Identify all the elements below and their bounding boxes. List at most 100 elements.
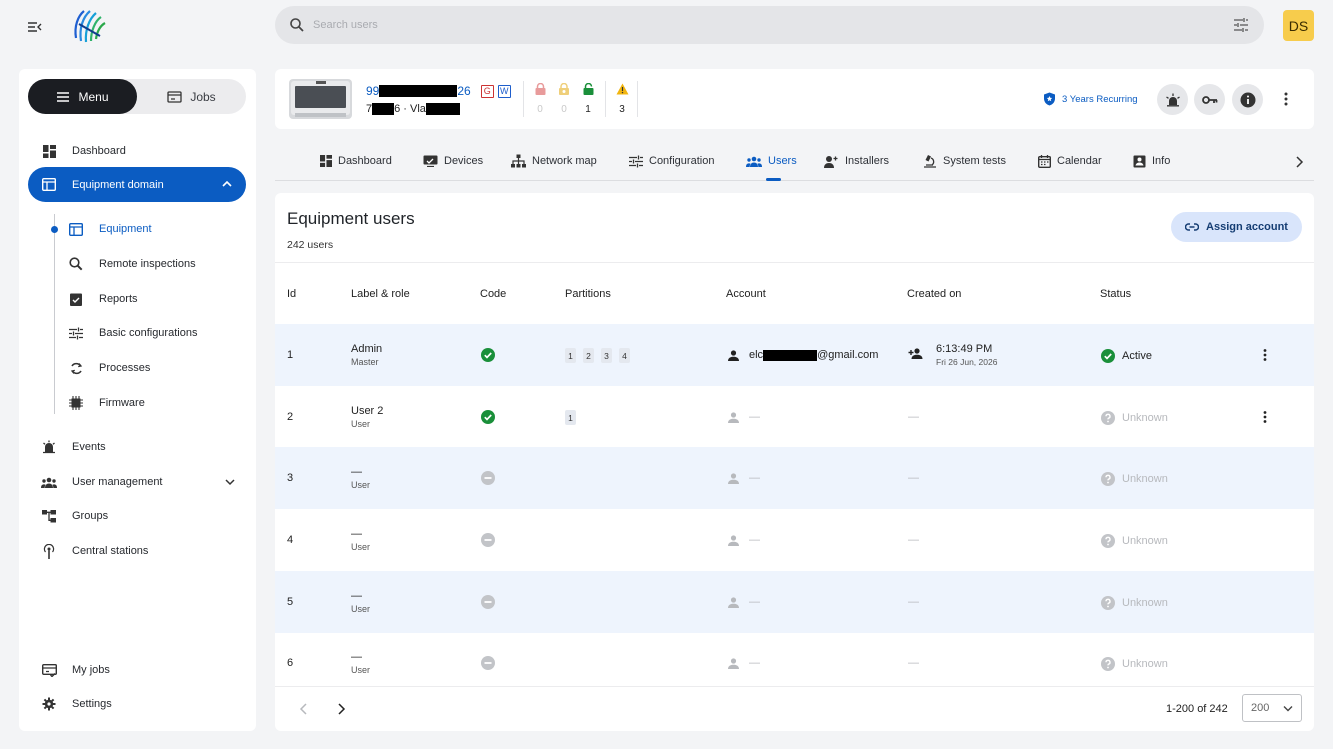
tab-network-map[interactable]: Network map xyxy=(511,153,597,169)
tab-users[interactable]: Users xyxy=(746,153,797,169)
assign-account-button[interactable]: Assign account xyxy=(1171,212,1302,242)
row-account[interactable]: — xyxy=(728,534,760,546)
alarm-action-button[interactable] xyxy=(1157,84,1188,115)
column-header-code[interactable]: Code xyxy=(480,288,506,300)
sidebar-item-central-stations[interactable]: Central stations xyxy=(41,543,148,559)
unlock-count: 1 xyxy=(585,104,591,115)
row-label: — User xyxy=(351,466,370,490)
menu-label: Menu xyxy=(78,89,109,104)
table-row[interactable]: 3 — User — — Unknown xyxy=(275,447,1314,509)
calendar-icon xyxy=(1038,154,1051,168)
device-id-prefix: 99 xyxy=(366,84,380,98)
column-header-partitions[interactable]: Partitions xyxy=(565,288,611,300)
column-header-status[interactable]: Status xyxy=(1100,288,1131,300)
search-bar[interactable] xyxy=(275,6,1264,44)
page-size-select[interactable]: 200 xyxy=(1242,694,1302,722)
row-id: 3 xyxy=(287,472,294,484)
filter-icon[interactable] xyxy=(1232,16,1250,34)
tab-info[interactable]: Info xyxy=(1133,153,1170,169)
column-header-account[interactable]: Account xyxy=(726,288,766,300)
row-account[interactable]: — xyxy=(728,596,760,608)
key-button[interactable] xyxy=(1194,84,1225,115)
sidebar-subitem-equipment[interactable]: Equipment xyxy=(68,221,152,237)
column-header-label-role[interactable]: Label & role xyxy=(351,288,410,300)
hamburger-icon xyxy=(57,91,70,102)
sidebar-item-label: Groups xyxy=(72,510,109,522)
sidebar-item-label: User management xyxy=(72,476,163,488)
redaction xyxy=(372,103,395,115)
next-page-icon[interactable] xyxy=(334,702,348,716)
tab-calendar[interactable]: Calendar xyxy=(1038,153,1102,169)
avatar[interactable]: DS xyxy=(1283,10,1314,41)
row-id: 1 xyxy=(287,349,294,361)
row-account[interactable]: — xyxy=(728,657,760,669)
row-id: 5 xyxy=(287,596,294,608)
jobs-label: Jobs xyxy=(190,89,216,104)
equipment-icon xyxy=(68,221,84,237)
column-header-created-on[interactable]: Created on xyxy=(907,288,961,300)
more-options-button[interactable] xyxy=(1280,90,1292,108)
row-more-icon[interactable] xyxy=(1263,349,1267,361)
user-role: User xyxy=(351,665,371,675)
menu-collapse-icon[interactable] xyxy=(27,19,43,35)
person-icon xyxy=(728,411,739,423)
tab-system-tests[interactable]: System tests xyxy=(923,153,1006,169)
sidebar-subitem-firmware[interactable]: Firmware xyxy=(68,395,145,411)
processes-icon xyxy=(68,360,84,376)
status-badge: Unknown xyxy=(1101,657,1168,671)
sidebar-item-label: Dashboard xyxy=(72,145,126,157)
device-id[interactable]: 99 26 G W xyxy=(366,84,511,98)
tag-w: W xyxy=(497,84,511,98)
row-account[interactable]: — xyxy=(728,472,760,484)
sidebar-item-equipment-domain[interactable]: Equipment domain xyxy=(28,167,246,202)
chevron-up-icon xyxy=(222,180,232,187)
tab-devices[interactable]: Devices xyxy=(423,153,483,169)
row-account[interactable]: elc @gmail.com xyxy=(728,349,878,361)
partition-list: 1 xyxy=(565,410,583,425)
sidebar-item-dashboard[interactable]: Dashboard xyxy=(41,143,126,159)
firmware-icon xyxy=(68,395,84,411)
sidebar-item-label: Settings xyxy=(72,698,112,710)
jobs-toggle-button[interactable]: Jobs xyxy=(137,79,246,114)
tab-configuration[interactable]: Configuration xyxy=(629,153,714,169)
column-header-id[interactable]: Id xyxy=(287,288,296,300)
redaction xyxy=(379,85,458,97)
row-account[interactable]: — xyxy=(728,411,760,423)
row-created: — xyxy=(908,596,919,608)
table-row[interactable]: 1 Admin Master 1234 elc @gmail.com 6:13:49… xyxy=(275,324,1314,386)
table-row[interactable]: 5 — User — — Unknown xyxy=(275,571,1314,633)
table-row[interactable]: 4 — User — — Unknown xyxy=(275,509,1314,571)
sidebar: Menu Jobs Dashboard Equipment domain Equ… xyxy=(19,69,256,731)
info-button[interactable] xyxy=(1232,84,1263,115)
license-badge[interactable]: 3 Years Recurring xyxy=(1043,92,1138,106)
sidebar-item-groups[interactable]: Groups xyxy=(41,508,108,524)
sidebar-item-settings[interactable]: Settings xyxy=(41,696,112,712)
partition-chip: 2 xyxy=(583,348,594,363)
warning-status[interactable]: 3 xyxy=(615,83,629,115)
table-row[interactable]: 2 User 2 User 1 — — Unknown xyxy=(275,386,1314,448)
sidebar-item-events[interactable]: Events xyxy=(41,439,106,455)
search-input[interactable] xyxy=(313,19,1232,31)
config-icon xyxy=(68,325,84,341)
sidebar-item-user-management[interactable]: User management xyxy=(41,474,235,490)
help-circle-icon xyxy=(1101,596,1115,610)
antenna-icon xyxy=(41,543,57,559)
sidebar-subitem-processes[interactable]: Processes xyxy=(68,360,150,376)
add-person-icon xyxy=(908,348,923,359)
sidebar-item-my-jobs[interactable]: My jobs xyxy=(41,662,110,678)
sidebar-subitem-remote-inspections[interactable]: Remote inspections xyxy=(68,256,196,272)
previous-page-icon[interactable] xyxy=(297,702,311,716)
sidebar-subitem-label: Basic configurations xyxy=(99,327,198,339)
tab-installers[interactable]: Installers xyxy=(824,153,889,169)
divider xyxy=(605,81,606,117)
chevron-right-icon[interactable] xyxy=(1292,155,1306,169)
menu-toggle-button[interactable]: Menu xyxy=(28,79,137,114)
tab-dashboard[interactable]: Dashboard xyxy=(320,153,392,169)
sidebar-subitem-reports[interactable]: Reports xyxy=(68,291,138,307)
created-date: Fri 26 Jun, 2026 xyxy=(936,357,998,367)
tab-active-indicator xyxy=(766,178,781,181)
user-role: User xyxy=(351,480,371,490)
sidebar-subitem-basic-configurations[interactable]: Basic configurations xyxy=(68,325,197,341)
user-role: User xyxy=(351,542,371,552)
row-more-icon[interactable] xyxy=(1263,411,1267,423)
